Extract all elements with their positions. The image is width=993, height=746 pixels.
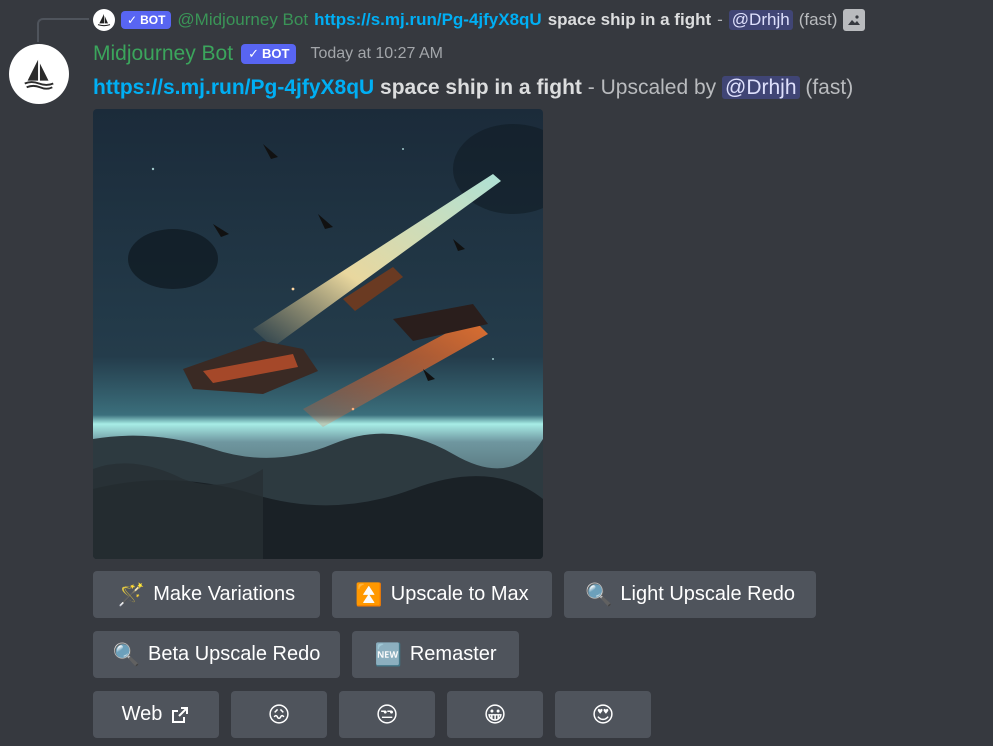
- magnifier-icon: 🔍: [585, 581, 613, 607]
- reply-prompt: space ship in a fight: [547, 10, 712, 29]
- external-link-icon: [172, 706, 189, 723]
- spaceship-artwork: [93, 109, 543, 559]
- unamused-face-icon: 😒: [375, 701, 399, 727]
- upscale-to-max-label: Upscale to Max: [390, 583, 529, 605]
- reply-spine: [37, 18, 89, 42]
- timestamp: Today at 10:27 AM: [310, 45, 443, 62]
- reply-link[interactable]: https://s.mj.run/Pg-4jfyX8qU: [314, 10, 542, 30]
- reaction-confounded-button[interactable]: 😖: [231, 691, 327, 738]
- reply-reference[interactable]: ✓ BOT @Midjourney Bot https://s.mj.run/P…: [93, 6, 866, 34]
- message-header: Midjourney Bot ✓ BOT Today at 10:27 AM: [93, 42, 443, 66]
- web-label: Web: [121, 703, 163, 725]
- reply-avatar[interactable]: [93, 9, 115, 31]
- message-prompt: space ship in a fight: [380, 76, 582, 99]
- message-speed: (fast): [805, 76, 854, 99]
- light-upscale-redo-button[interactable]: 🔍 Light Upscale Redo: [564, 571, 816, 618]
- remaster-button[interactable]: 🆕 Remaster: [352, 631, 519, 678]
- message-content: https://s.mj.run/Pg-4jfyX8qU space ship …: [93, 76, 853, 100]
- username[interactable]: Midjourney Bot: [93, 42, 233, 66]
- confounded-face-icon: 😖: [267, 701, 291, 727]
- reaction-heart-eyes-button[interactable]: 😍: [555, 691, 651, 738]
- sailboat-icon: [24, 59, 54, 90]
- message-link[interactable]: https://s.mj.run/Pg-4jfyX8qU: [93, 76, 374, 99]
- generated-image[interactable]: [93, 109, 543, 559]
- sailboat-icon: [97, 14, 111, 27]
- reaction-unamused-button[interactable]: 😒: [339, 691, 435, 738]
- avatar[interactable]: [9, 44, 69, 104]
- heart-eyes-face-icon: 😍: [591, 701, 615, 727]
- reply-bot-tag: ✓ BOT: [121, 11, 172, 29]
- new-icon: 🆕: [374, 641, 402, 667]
- beta-upscale-redo-button[interactable]: 🔍 Beta Upscale Redo: [93, 631, 340, 678]
- check-icon: ✓: [127, 13, 138, 27]
- discord-message: ✓ BOT @Midjourney Bot https://s.mj.run/P…: [0, 0, 993, 746]
- reply-author[interactable]: @Midjourney Bot: [177, 10, 308, 30]
- grinning-face-icon: 😀: [483, 701, 507, 727]
- double-up-arrow-icon: ⏫: [355, 581, 383, 607]
- upscale-to-max-button[interactable]: ⏫ Upscale to Max: [332, 571, 552, 618]
- reaction-grinning-button[interactable]: 😀: [447, 691, 543, 738]
- bot-tag: ✓ BOT: [241, 44, 297, 64]
- reply-separator: -: [717, 10, 723, 29]
- beta-upscale-redo-label: Beta Upscale Redo: [148, 643, 321, 665]
- check-icon: ✓: [248, 46, 259, 61]
- magnifier-icon: 🔍: [112, 641, 141, 667]
- message-mention[interactable]: @Drhjh: [722, 76, 800, 99]
- remaster-label: Remaster: [409, 643, 497, 665]
- make-variations-label: Make Variations: [153, 583, 296, 605]
- upscaled-by-text: - Upscaled by: [587, 76, 717, 99]
- light-upscale-redo-label: Light Upscale Redo: [620, 583, 795, 605]
- magic-wand-icon: 🪄: [117, 581, 146, 607]
- image-icon[interactable]: [843, 9, 866, 31]
- reply-speed: (fast): [798, 10, 838, 29]
- reply-mention[interactable]: @Drhjh: [728, 10, 793, 30]
- make-variations-button[interactable]: 🪄 Make Variations: [93, 571, 320, 618]
- web-link-button[interactable]: Web: [93, 691, 219, 738]
